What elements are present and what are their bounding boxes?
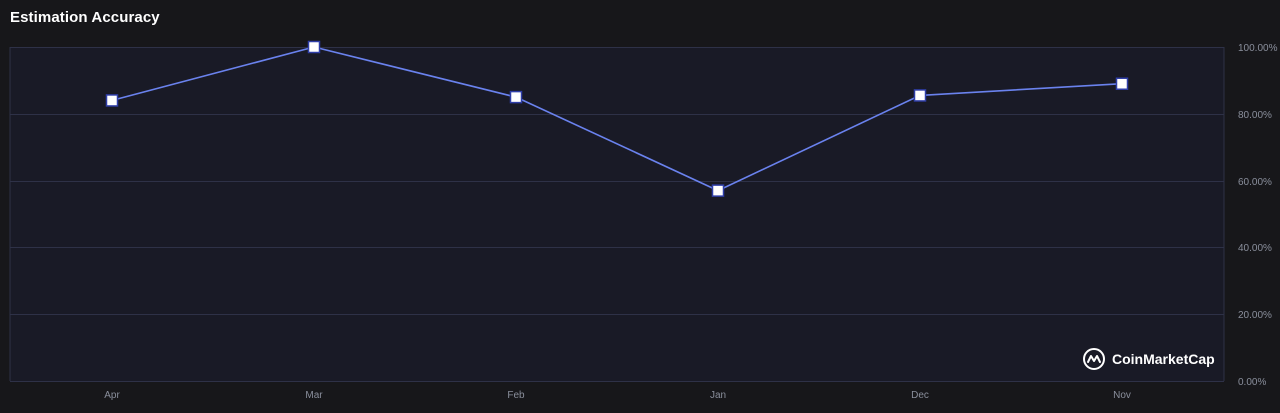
data-point-marker[interactable]: [913, 89, 927, 102]
y-tick-label: 80.00%: [1238, 110, 1272, 121]
data-point-marker[interactable]: [711, 184, 725, 197]
estimation-accuracy-widget: Estimation Accuracy 0.00% 20.00% 40.00% 60.…: [0, 0, 1280, 413]
y-tick-label: 60.00%: [1238, 177, 1272, 188]
data-point-marker[interactable]: [509, 90, 523, 104]
data-point-marker[interactable]: [307, 40, 321, 54]
y-tick-label: 100.00%: [1238, 43, 1278, 54]
x-tick-label: Jan: [710, 390, 726, 401]
y-tick-label: 0.00%: [1238, 377, 1266, 388]
coinmarketcap-logo-icon: [1083, 348, 1105, 370]
plot-area: [10, 47, 1224, 381]
x-tick-label: Dec: [911, 390, 929, 401]
x-tick-label: Nov: [1113, 390, 1131, 401]
brand-name: CoinMarketCap: [1112, 351, 1215, 367]
data-point-marker[interactable]: [105, 94, 119, 107]
y-tick-label: 20.00%: [1238, 310, 1272, 321]
x-axis-ticks: Apr Mar Feb Jan Dec Nov: [104, 390, 1131, 401]
y-axis-ticks: 0.00% 20.00% 40.00% 60.00% 80.00% 100.00%: [1238, 43, 1278, 388]
x-tick-label: Feb: [507, 390, 525, 401]
data-point-marker[interactable]: [1115, 77, 1129, 90]
x-tick-label: Apr: [104, 390, 120, 401]
brand-watermark: CoinMarketCap: [1082, 347, 1215, 371]
x-tick-label: Mar: [305, 390, 323, 401]
y-tick-label: 40.00%: [1238, 243, 1272, 254]
